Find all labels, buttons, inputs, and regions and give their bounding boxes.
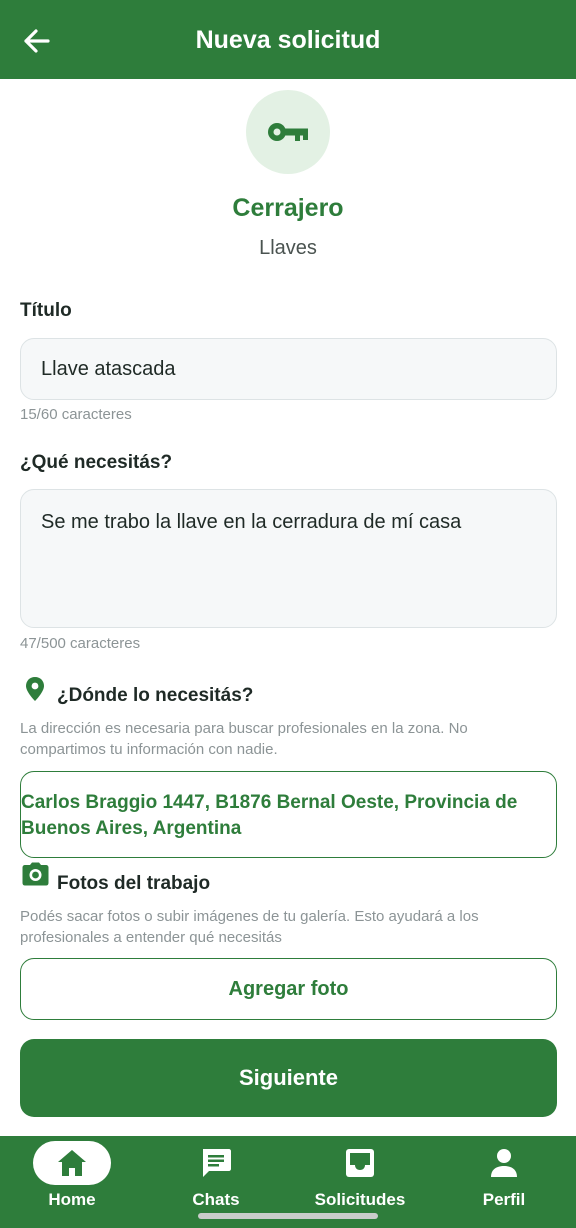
chat-icon — [203, 1149, 231, 1177]
key-icon — [268, 123, 308, 141]
need-counter: 47/500 caracteres — [20, 635, 141, 652]
page-title: Nueva solicitud — [195, 26, 381, 54]
person-icon — [491, 1149, 517, 1177]
map-pin-icon — [26, 677, 44, 701]
nav-label-solicitudes: Solicitudes — [314, 1190, 406, 1209]
nav-item-perfil[interactable]: Perfil — [432, 1136, 576, 1228]
title-input[interactable]: Llave atascada — [20, 338, 557, 400]
camera-icon — [22, 862, 49, 886]
address-selector[interactable]: Carlos Braggio 1447, B1876 Bernal Oeste,… — [20, 771, 557, 858]
photos-label: Fotos del trabajo — [57, 873, 211, 894]
location-help: La dirección es necesaria para buscar pr… — [20, 720, 468, 758]
subcategory-name: Llaves — [259, 237, 317, 259]
nav-item-home[interactable]: Home — [0, 1136, 144, 1228]
category-icon-circle — [246, 90, 330, 174]
add-photo-button[interactable]: Agregar foto — [20, 958, 557, 1020]
home-icon — [58, 1150, 86, 1176]
need-label: ¿Qué necesitás? — [20, 452, 173, 473]
photos-help: Podés sacar fotos o subir imágenes de tu… — [20, 908, 479, 946]
home-indicator-bar — [198, 1213, 378, 1219]
nav-label-chats: Chats — [192, 1190, 240, 1209]
title-label: Título — [20, 300, 72, 321]
next-button[interactable]: Siguiente — [20, 1039, 557, 1117]
title-counter: 15/60 caracteres — [20, 406, 132, 423]
location-label: ¿Dónde lo necesitás? — [57, 685, 254, 706]
nav-label-home: Home — [48, 1190, 96, 1209]
need-textarea[interactable]: Se me trabo la llave en la cerradura de … — [20, 489, 557, 628]
inbox-icon — [346, 1149, 374, 1177]
nav-label-perfil: Perfil — [482, 1190, 526, 1209]
app-bar: Nueva solicitud — [0, 0, 576, 79]
category-name: Cerrajero — [232, 194, 344, 222]
